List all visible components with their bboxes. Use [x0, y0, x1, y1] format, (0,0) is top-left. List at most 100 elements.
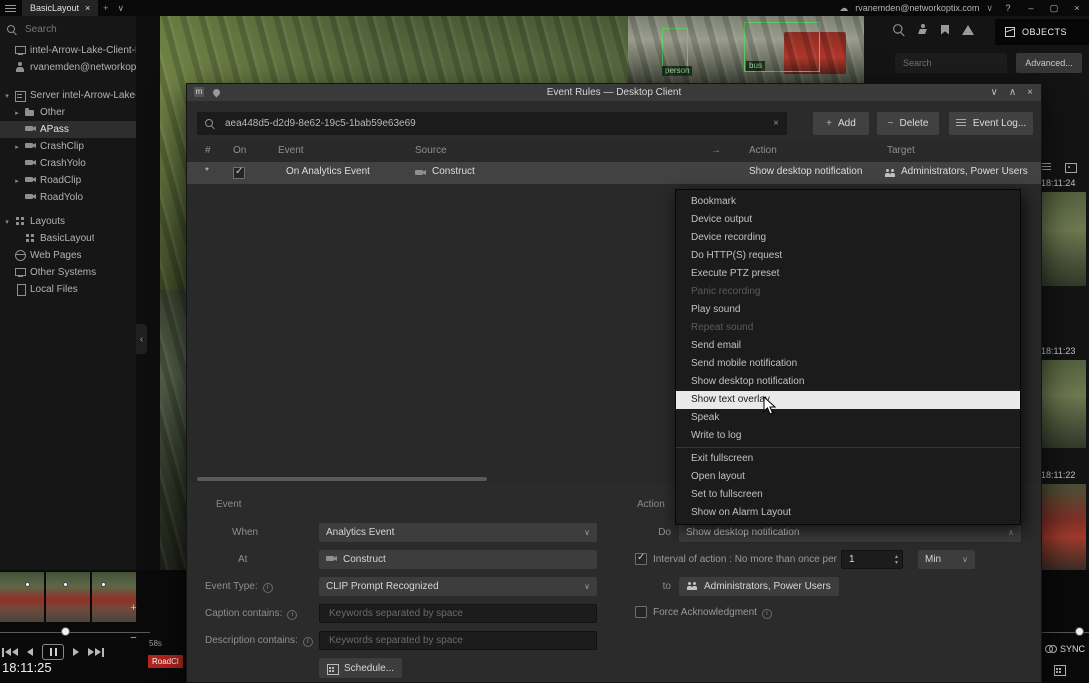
- camera-tile-edge[interactable]: [160, 290, 187, 570]
- menu-item[interactable]: Show on Alarm Layout: [676, 504, 1020, 522]
- action-dropdown[interactable]: Show desktop notification ∧: [679, 523, 1021, 542]
- interval-unit-dropdown[interactable]: Min ∨: [918, 550, 975, 569]
- sidebar-item-roadclip[interactable]: ▸RoadClip: [0, 172, 136, 189]
- account-chevron-icon[interactable]: ∨: [986, 3, 993, 14]
- sidebar-item-other[interactable]: ▸Other: [0, 104, 136, 121]
- dialog-close-icon[interactable]: ×: [1027, 87, 1033, 98]
- account-label[interactable]: rvanemden@networkoptix.com: [855, 3, 979, 13]
- rules-search-input[interactable]: [223, 117, 765, 130]
- tab-list-icon[interactable]: ∨: [113, 3, 128, 14]
- rewind-button[interactable]: [27, 648, 33, 656]
- sidebar-item-server[interactable]: ▾Server intel-Arrow-Lake-...: [0, 87, 136, 104]
- spinner-icons[interactable]: ▴▾: [895, 554, 898, 566]
- sync-button[interactable]: SYNC: [1045, 644, 1085, 654]
- dialog-minimize-icon[interactable]: ∨: [991, 87, 998, 98]
- pin-icon[interactable]: [212, 87, 222, 97]
- menu-item[interactable]: Speak: [676, 409, 1020, 427]
- menu-item-highlighted[interactable]: Show text overlay: [676, 391, 1020, 409]
- interval-checkbox[interactable]: [635, 553, 647, 565]
- sidebar-item-apass[interactable]: APass: [0, 121, 136, 138]
- close-button[interactable]: ×: [1069, 3, 1085, 13]
- to-users-button[interactable]: Administrators, Power Users: [679, 577, 839, 596]
- expander-icon[interactable]: ▸: [13, 109, 21, 117]
- menu-item[interactable]: Exit fullscreen: [676, 450, 1020, 468]
- camera-tile-street[interactable]: person bus: [628, 16, 864, 83]
- when-dropdown[interactable]: Analytics Event ∨: [319, 523, 597, 542]
- skip-start-button[interactable]: [2, 648, 18, 657]
- timeline-thumbnail[interactable]: [46, 572, 90, 622]
- event-type-dropdown[interactable]: CLIP Prompt Recognized ∨: [319, 577, 597, 596]
- bookmark-tab-icon[interactable]: [941, 25, 949, 35]
- forward-button[interactable]: [73, 648, 79, 656]
- sidebar-item-localfiles[interactable]: Local Files: [0, 281, 136, 298]
- resource-search-input[interactable]: [23, 23, 115, 36]
- caption-contains-input[interactable]: [327, 607, 589, 620]
- description-contains-input[interactable]: [327, 634, 589, 647]
- zoom-in-button[interactable]: +: [126, 600, 141, 615]
- rule-row[interactable]: * On Analytics Event Construct Show desk…: [187, 162, 1041, 184]
- schedule-button[interactable]: Schedule...: [319, 658, 402, 678]
- menu-item[interactable]: Do HTTP(S) request: [676, 247, 1020, 265]
- menu-item[interactable]: Play sound: [676, 301, 1020, 319]
- timeline-track[interactable]: [0, 632, 150, 633]
- search-tab-icon[interactable]: [893, 24, 905, 35]
- minimize-button[interactable]: –: [1023, 3, 1039, 13]
- menu-item[interactable]: Execute PTZ preset: [676, 265, 1020, 283]
- maximize-button[interactable]: ▢: [1046, 3, 1062, 14]
- sidebar-item-layouts[interactable]: ▾Layouts: [0, 213, 136, 230]
- resource-search[interactable]: [0, 16, 136, 42]
- list-view-icon[interactable]: [1041, 162, 1052, 173]
- dialog-title-bar[interactable]: Event Rules — Desktop Client ∨ ∧ ×: [187, 84, 1041, 101]
- menu-item[interactable]: Send email: [676, 337, 1020, 355]
- layout-tab[interactable]: BasicLayout ×: [22, 0, 98, 16]
- menu-item[interactable]: Bookmark: [676, 193, 1020, 211]
- expander-icon[interactable]: ▾: [3, 92, 11, 100]
- help-button[interactable]: ?: [1000, 3, 1016, 13]
- horizontal-scrollbar[interactable]: [197, 477, 487, 481]
- sidebar-item-crashclip[interactable]: ▸CrashClip: [0, 138, 136, 155]
- at-camera-field[interactable]: Construct: [319, 550, 597, 569]
- description-contains-field[interactable]: [319, 631, 597, 650]
- expander-icon[interactable]: ▸: [13, 177, 21, 185]
- menu-item[interactable]: Open layout: [676, 468, 1020, 486]
- thumbnail-view-icon[interactable]: [1065, 162, 1076, 173]
- delete-rule-button[interactable]: − Delete: [877, 112, 939, 135]
- timeline-handle[interactable]: [1075, 627, 1084, 636]
- menu-item[interactable]: Show desktop notification: [676, 373, 1020, 391]
- expander-icon[interactable]: ▾: [3, 218, 11, 226]
- pause-button[interactable]: [42, 644, 64, 660]
- result-thumbnail[interactable]: [1038, 192, 1086, 286]
- force-ack-checkbox[interactable]: [635, 606, 647, 618]
- dialog-maximize-icon[interactable]: ∧: [1009, 87, 1016, 98]
- sidebar-item-roadyolo[interactable]: RoadYolo: [0, 189, 136, 206]
- add-rule-button[interactable]: + Add: [813, 112, 869, 135]
- sidebar-collapse-button[interactable]: ‹: [136, 324, 147, 354]
- caption-contains-field[interactable]: [319, 604, 597, 623]
- menu-item[interactable]: Device recording: [676, 229, 1020, 247]
- result-thumbnail[interactable]: [1038, 360, 1086, 448]
- menu-item[interactable]: Write to log: [676, 427, 1020, 445]
- objects-search-input[interactable]: [901, 57, 991, 69]
- rule-enabled-checkbox[interactable]: [233, 167, 245, 179]
- interval-value-field[interactable]: 1 ▴▾: [841, 550, 903, 569]
- objects-search[interactable]: [895, 53, 1007, 73]
- sidebar-item-client[interactable]: intel-Arrow-Lake-Client-P...: [0, 42, 136, 59]
- new-tab-button[interactable]: +: [98, 3, 113, 13]
- menu-item[interactable]: Device output: [676, 211, 1020, 229]
- skip-end-button[interactable]: [88, 648, 104, 657]
- calendar-icon[interactable]: [1054, 664, 1070, 677]
- result-thumbnail[interactable]: [1038, 484, 1086, 570]
- sidebar-item-crashyolo[interactable]: CrashYolo: [0, 155, 136, 172]
- clip-badge[interactable]: RoadCl: [148, 655, 183, 668]
- sidebar-item-basiclayout[interactable]: BasicLayout: [0, 230, 136, 247]
- timeline-handle[interactable]: [61, 627, 70, 636]
- sidebar-item-user[interactable]: rvanemden@networkopt...: [0, 59, 136, 76]
- events-tab-icon[interactable]: [962, 25, 974, 35]
- clear-search-icon[interactable]: ×: [773, 118, 779, 129]
- tab-close-icon[interactable]: ×: [85, 3, 90, 13]
- motion-tab-icon[interactable]: [917, 24, 928, 35]
- timeline-thumbnail[interactable]: [0, 572, 44, 622]
- event-log-button[interactable]: Event Log...: [949, 112, 1033, 135]
- expander-icon[interactable]: ▸: [13, 143, 21, 151]
- menu-item[interactable]: Send mobile notification: [676, 355, 1020, 373]
